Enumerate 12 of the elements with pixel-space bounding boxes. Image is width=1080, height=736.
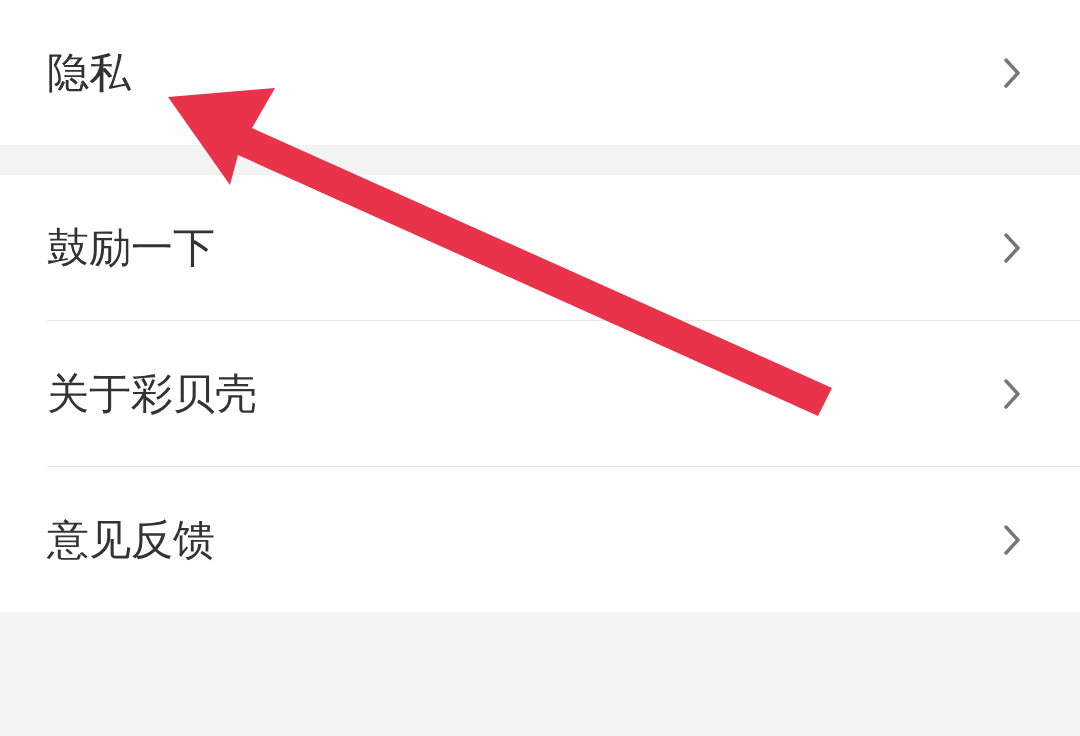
chevron-right-icon (1002, 231, 1022, 264)
chevron-right-icon (1002, 523, 1022, 556)
settings-item[interactable]: 隐私 (0, 0, 1080, 145)
settings-item[interactable]: 关于彩贝壳 (0, 321, 1080, 466)
item-label: 鼓励一下 (47, 222, 215, 274)
settings-item[interactable]: 鼓励一下 (0, 175, 1080, 320)
chevron-right-icon (1002, 377, 1022, 410)
item-label: 关于彩贝壳 (47, 368, 257, 420)
item-label: 意见反馈 (47, 514, 215, 566)
item-label: 隐私 (47, 47, 131, 99)
settings-item[interactable]: 意见反馈 (0, 467, 1080, 612)
chevron-right-icon (1002, 56, 1022, 89)
